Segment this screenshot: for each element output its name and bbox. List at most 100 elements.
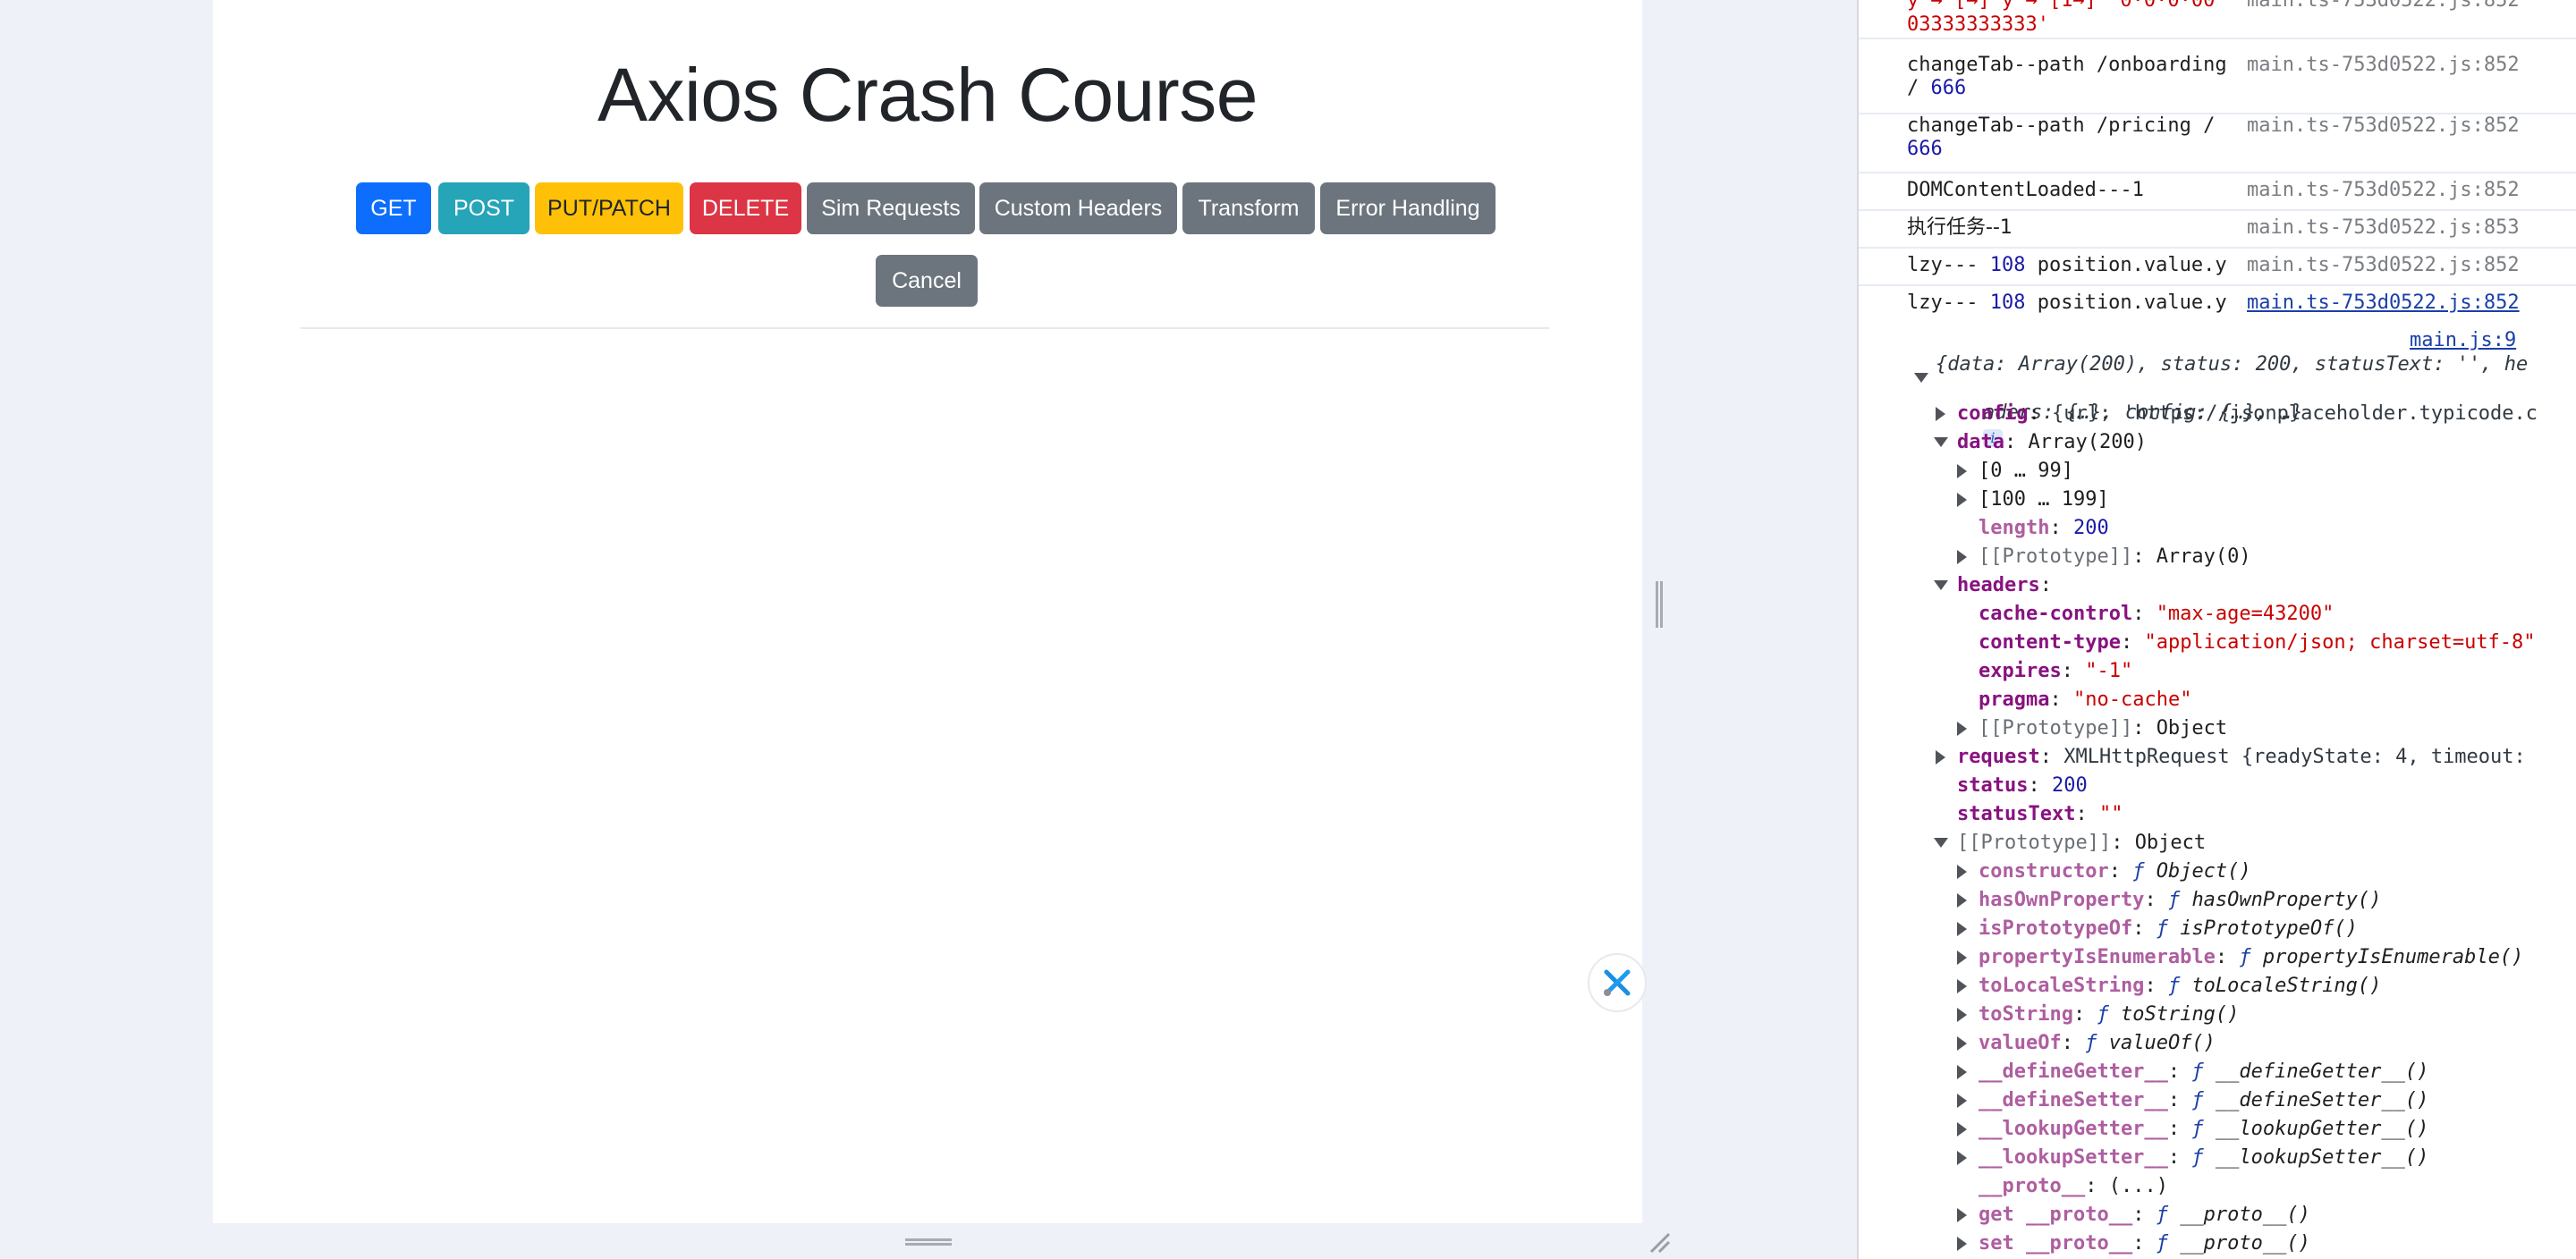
prop-key-prototype[interactable]: [[Prototype]] [1979,545,2132,568]
collapsed-arrow-icon[interactable] [1957,1151,1967,1165]
transform-button[interactable]: Transform [1182,182,1315,234]
cancel-button[interactable]: Cancel [876,255,978,307]
corner-resize-icon[interactable] [1648,1230,1671,1254]
custom-headers-button[interactable]: Custom Headers [979,182,1177,234]
collapsed-arrow-icon[interactable] [1957,922,1967,936]
get-button[interactable]: GET [356,182,431,234]
prop-value-method: __defineGetter__() [2215,1060,2429,1083]
collapsed-arrow-icon[interactable] [1957,1208,1967,1222]
function-glyph: ƒ [2239,946,2251,968]
log-row: changeTab--path /onboarding / 666 main.t… [1859,54,2576,114]
log-message: lzy--- [1907,254,1990,276]
prop-value-data: Array(200) [2028,431,2147,453]
collapsed-arrow-icon[interactable] [1957,1008,1967,1022]
expand-arrow-icon[interactable] [1934,437,1948,447]
prop-key-method[interactable]: propertyIsEnumerable [1979,946,2216,968]
floating-action-button[interactable] [1588,953,1647,1012]
collapsed-arrow-icon[interactable] [1957,464,1967,478]
prop-key-request[interactable]: request [1957,746,2040,768]
prop-key-statustext: statusText [1957,803,2076,825]
log-source-link[interactable]: main.ts-753d0522.js:852 [2247,114,2520,138]
collapsed-arrow-icon[interactable] [1957,1122,1967,1136]
put-patch-button[interactable]: PUT/PATCH [535,182,683,234]
tools-icon [1604,969,1631,996]
log-source-link[interactable]: main.ts-753d0522.js:852 [2247,254,2520,277]
function-glyph: ƒ [2156,1232,2168,1255]
prop-key-prototype[interactable]: [[Prototype]] [1957,832,2111,854]
header-key: cache-control [1979,603,2133,625]
prop-key-length: length [1979,517,2050,539]
prop-value-method: (...) [2108,1175,2168,1197]
prop-value-prototype: Object [2134,832,2207,854]
prop-key-method[interactable]: hasOwnProperty [1979,889,2144,911]
collapsed-arrow-icon[interactable] [1957,493,1967,507]
function-glyph: ƒ [2156,1204,2168,1226]
expand-arrow-icon[interactable] [1934,838,1948,848]
prop-key-prototype[interactable]: [[Prototype]] [1979,717,2132,739]
prop-value-method: toLocaleString() [2191,975,2382,997]
prop-key-method[interactable]: get __proto__ [1979,1204,2132,1226]
prop-value-status: 200 [2051,774,2088,797]
bottom-resize-handle[interactable] [905,1238,952,1246]
log-number: 108 [1989,254,2026,276]
log-message: changeTab--path /onboarding [1907,54,2227,76]
collapsed-arrow-icon[interactable] [1957,1094,1967,1108]
collapsed-arrow-icon[interactable] [1957,722,1967,736]
prop-key-method[interactable]: __proto__ [1979,1175,2085,1197]
prop-key-data[interactable]: data [1957,431,2004,453]
collapsed-arrow-icon[interactable] [1957,865,1967,879]
log-source-link[interactable]: main.ts-753d0522.js:852 [2247,179,2520,202]
expand-arrow-icon[interactable] [1934,580,1948,590]
prop-key-headers[interactable]: headers [1957,574,2040,596]
error-handling-button[interactable]: Error Handling [1320,182,1496,234]
prop-key-method[interactable]: toLocaleString [1979,975,2144,997]
log-row: y → [→] y → [1→] ‘0·0·0·00 03333333333' … [1859,0,2576,39]
prop-key-method[interactable]: set __proto__ [1979,1232,2132,1255]
array-range-0-99[interactable]: [0 … 99] [1979,459,2073,484]
prop-key-method[interactable]: toString [1979,1003,2073,1026]
log-message: DOMContentLoaded---1 [1907,179,2144,201]
expand-arrow-icon[interactable] [1914,373,1928,383]
collapsed-arrow-icon[interactable] [1957,1237,1967,1251]
prop-key-method[interactable]: constructor [1979,860,2109,883]
prop-key-method[interactable]: isPrototypeOf [1979,917,2132,940]
collapsed-arrow-icon[interactable] [1936,407,1945,421]
collapsed-arrow-icon[interactable] [1936,750,1945,765]
prop-key-method[interactable]: __defineSetter__ [1979,1089,2168,1111]
sim-requests-button[interactable]: Sim Requests [807,182,975,234]
log-row: lzy--- 108 position.value.y main.ts-753d… [1859,286,2576,324]
header-key: expires [1979,660,2062,682]
log-source-link[interactable]: main.ts-753d0522.js:852 [2247,54,2520,77]
side-resize-handle[interactable] [1656,581,1663,628]
log-source-link[interactable]: main.ts-753d0522.js:852 [2247,0,2520,13]
function-glyph: ƒ [2191,1089,2204,1111]
log-source-link[interactable]: main.ts-753d0522.js:852 [2247,292,2520,315]
collapsed-arrow-icon[interactable] [1957,893,1967,908]
page-title: Axios Crash Course [597,53,1258,137]
prop-value-request: XMLHttpRequest {readyState: 4, timeout: [2063,746,2526,768]
collapsed-arrow-icon[interactable] [1957,951,1967,965]
collapsed-arrow-icon[interactable] [1957,1065,1967,1079]
delete-button[interactable]: DELETE [690,182,801,234]
log-row: changeTab--path /pricing / 666 main.ts-7… [1859,114,2576,173]
post-button[interactable]: POST [438,182,530,234]
prop-key-method[interactable]: __lookupGetter__ [1979,1118,2168,1140]
object-log-source-link[interactable]: main.js:9 [2410,328,2516,353]
array-range-100-199[interactable]: [100 … 199] [1979,487,2109,512]
function-glyph: ƒ [2085,1032,2097,1054]
log-message: y → [→] y → [1→] ‘0·0·0·00 [1907,0,2216,12]
prop-key-method[interactable]: __lookupSetter__ [1979,1146,2168,1169]
devtools-console: y → [→] y → [1→] ‘0·0·0·00 03333333333' … [1857,0,2576,1259]
prop-key-method[interactable]: valueOf [1979,1032,2062,1054]
header-key: pragma [1979,689,2050,711]
prop-key-status: status [1957,774,2029,797]
prop-key-config[interactable]: config [1957,402,2028,425]
collapsed-arrow-icon[interactable] [1957,1036,1967,1051]
prop-value-length: 200 [2072,517,2109,539]
collapsed-arrow-icon[interactable] [1957,979,1967,993]
log-message: changeTab--path /pricing / [1907,114,2216,137]
log-source-link[interactable]: main.ts-753d0522.js:853 [2247,216,2520,240]
object-summary[interactable]: {data: Array(200), status: 200, statusTe… [1936,352,2528,377]
prop-key-method[interactable]: __defineGetter__ [1979,1060,2168,1083]
collapsed-arrow-icon[interactable] [1957,550,1967,564]
